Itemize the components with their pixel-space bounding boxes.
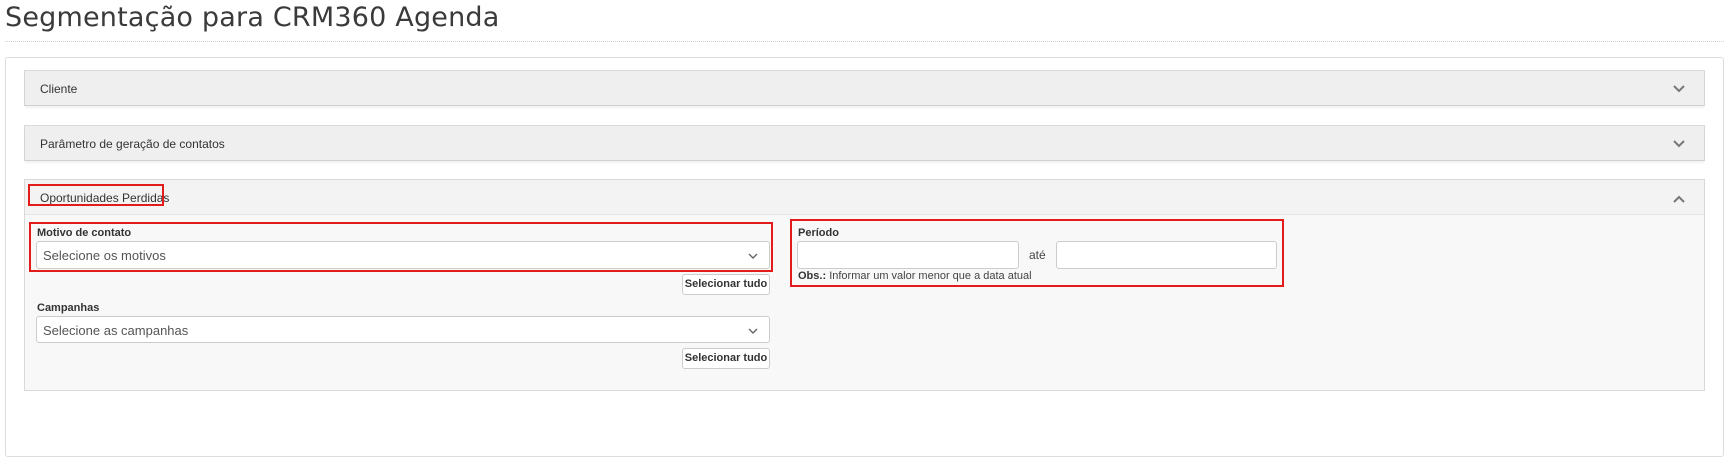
campanhas-select-all-button[interactable]: Selecionar tudo <box>682 348 770 369</box>
periodo-obs-text: Informar um valor menor que a data atual <box>829 270 1032 282</box>
periodo-label: Período <box>798 227 839 239</box>
chevron-up-icon[interactable] <box>1672 192 1686 206</box>
motivo-select[interactable]: Selecione os motivos <box>36 241 770 269</box>
motivo-select-all-button[interactable]: Selecionar tudo <box>682 274 770 295</box>
motivo-label: Motivo de contato <box>37 227 132 239</box>
periodo-separator: até <box>1029 248 1046 262</box>
motivo-select-value: Selecione os motivos <box>43 248 166 263</box>
periodo-end-input[interactable] <box>1056 241 1277 269</box>
highlight-oportunidades-title <box>28 184 164 206</box>
panel-cliente-header[interactable]: Cliente <box>25 71 1704 106</box>
page-title: Segmentação para CRM360 Agenda <box>5 2 500 33</box>
panel-cliente[interactable]: Cliente <box>24 70 1705 106</box>
periodo-obs-label: Obs.: <box>798 270 827 282</box>
campanhas-select[interactable]: Selecione as campanhas <box>36 316 770 343</box>
periodo-start-input[interactable] <box>797 241 1019 269</box>
campanhas-select-value: Selecione as campanhas <box>43 323 189 338</box>
periodo-obs: Obs.: Informar um valor menor que a data… <box>798 270 1032 282</box>
campanhas-label: Campanhas <box>37 302 100 314</box>
chevron-down-icon <box>748 328 758 334</box>
panel-parametro[interactable]: Parâmetro de geração de contatos <box>24 125 1705 161</box>
chevron-down-icon[interactable] <box>1672 82 1686 96</box>
panel-parametro-label: Parâmetro de geração de contatos <box>40 137 225 151</box>
panel-oportunidades-header[interactable]: Oportunidades Perdidas <box>25 180 1704 215</box>
panel-cliente-label: Cliente <box>40 82 78 96</box>
panel-parametro-header[interactable]: Parâmetro de geração de contatos <box>25 126 1704 161</box>
chevron-down-icon[interactable] <box>1672 137 1686 151</box>
title-divider <box>5 41 1724 42</box>
chevron-down-icon <box>748 253 758 259</box>
